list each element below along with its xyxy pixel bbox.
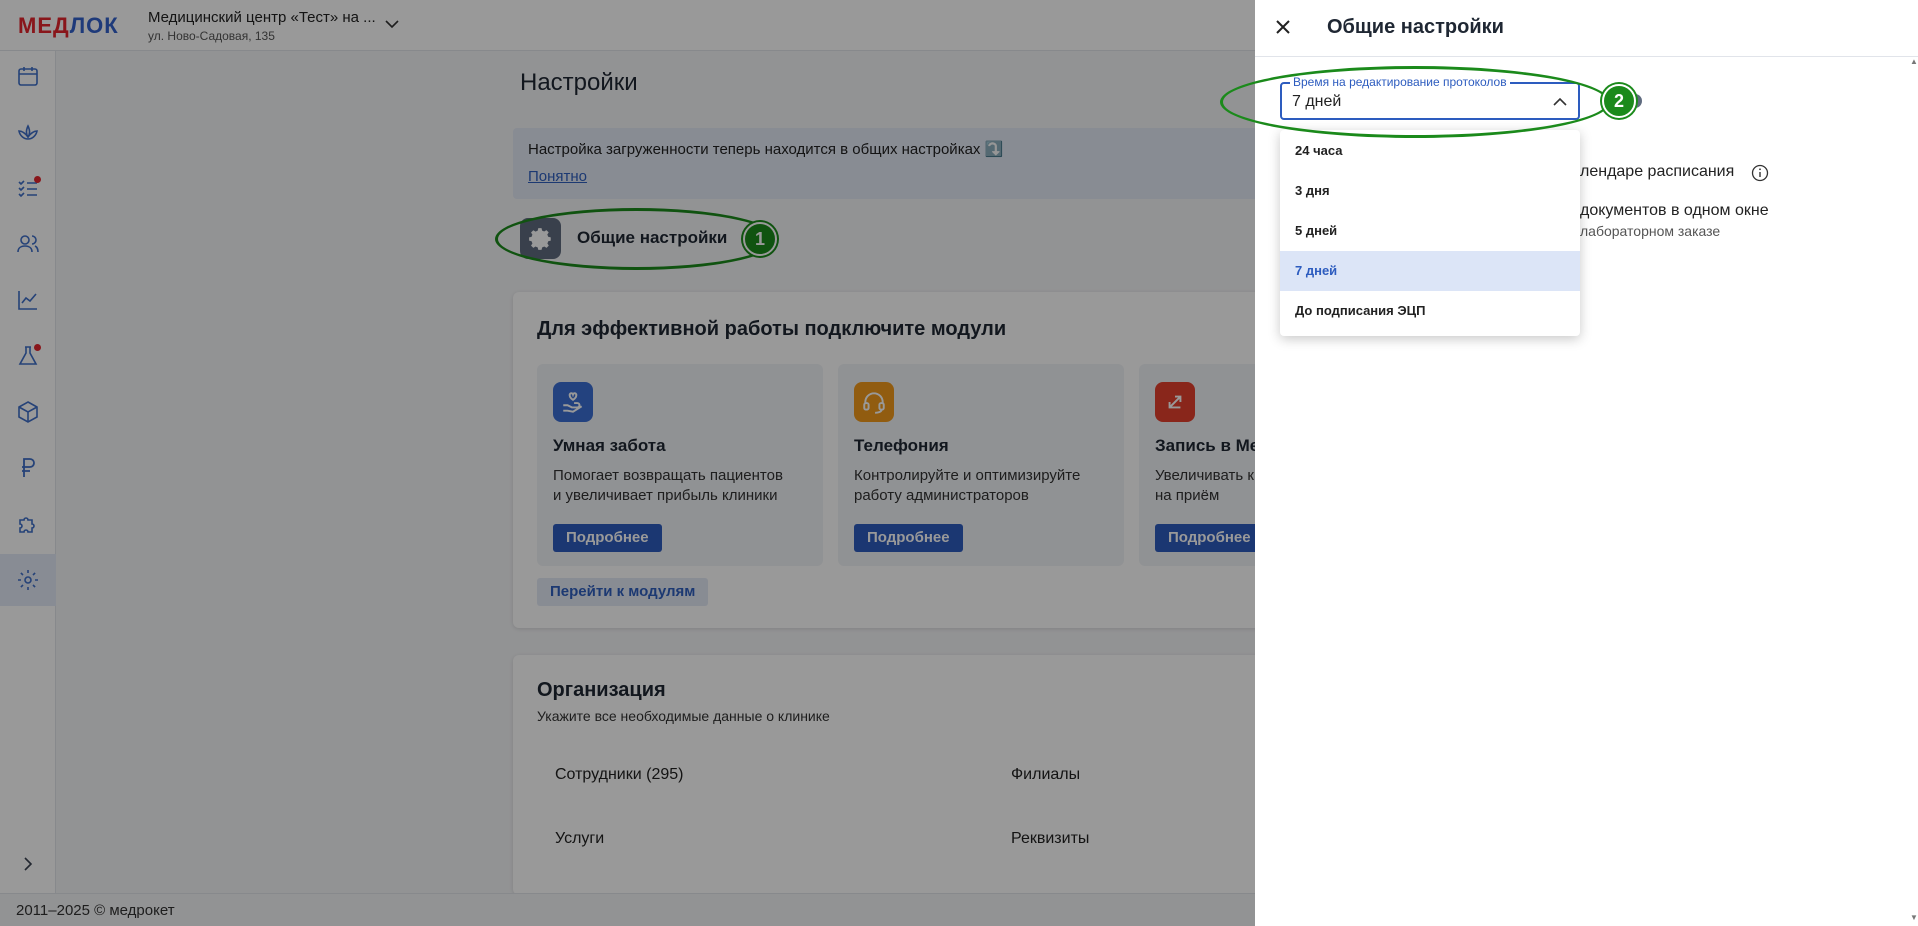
setting-documents-sublabel: лабораторном заказе [1580, 223, 1721, 239]
scroll-up-icon[interactable]: ▲ [1910, 57, 1918, 66]
drawer-header: Общие настройки [1255, 0, 1918, 57]
scroll-down-icon[interactable]: ▼ [1910, 913, 1918, 922]
select-dropdown-menu: 24 часа 3 дня 5 дней 7 дней До подписани… [1280, 130, 1580, 336]
modal-overlay[interactable] [0, 0, 1255, 926]
option-7-days[interactable]: 7 дней [1280, 251, 1580, 291]
setting-documents-label: документов в одном окне [1580, 202, 1769, 219]
close-icon[interactable] [1272, 16, 1294, 38]
drawer-title: Общие настройки [1327, 16, 1504, 38]
setting-calendar-label: лендаре расписания [1580, 163, 1735, 180]
marker-badge-2: 2 [1602, 84, 1636, 118]
option-until-signature[interactable]: До подписания ЭЦП [1280, 291, 1580, 331]
info-icon[interactable] [1751, 164, 1769, 182]
drawer-scrollbar[interactable]: ▲ ▼ [1908, 57, 1918, 926]
option-5-days[interactable]: 5 дней [1280, 211, 1580, 251]
marker-ellipse-2 [1220, 66, 1610, 138]
option-3-days[interactable]: 3 дня [1280, 171, 1580, 211]
